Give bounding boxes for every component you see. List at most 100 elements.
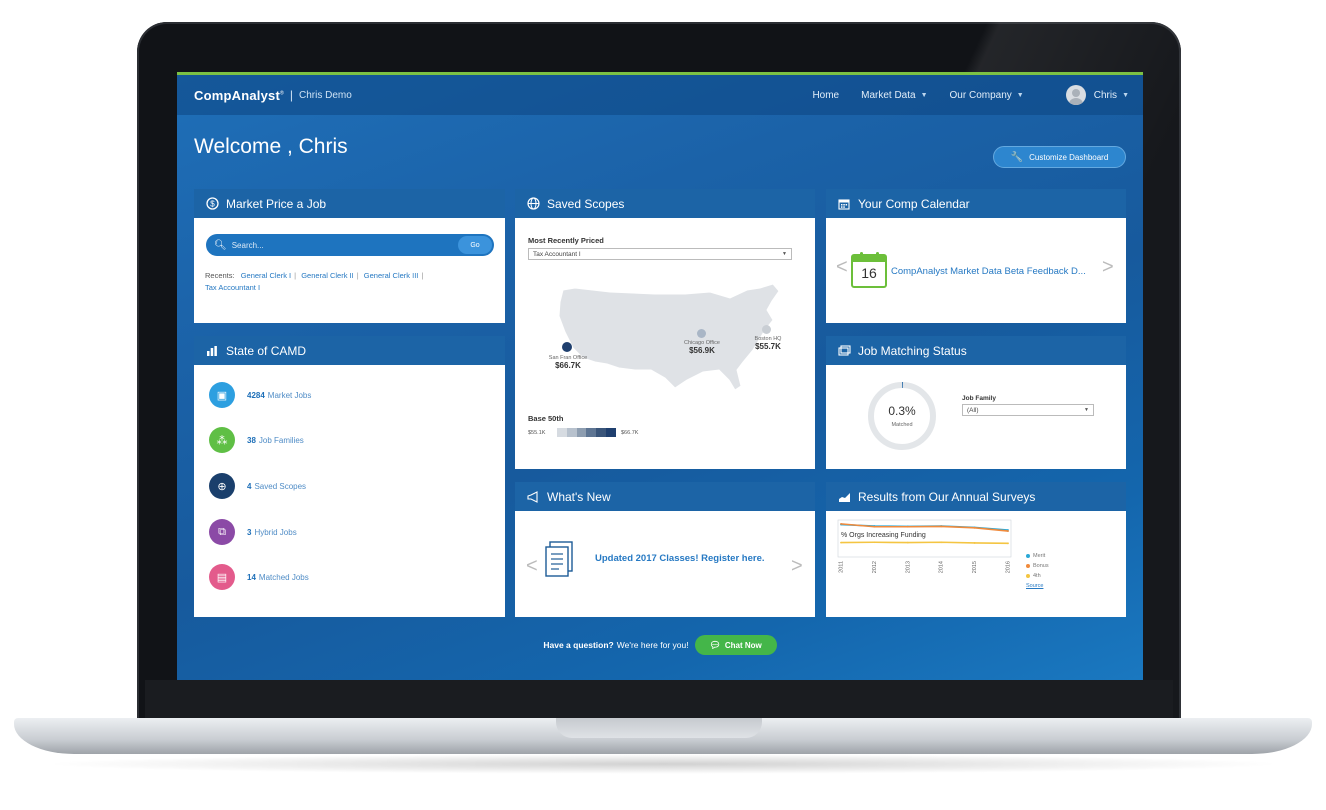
matching-icon [837, 344, 851, 358]
match-progress-ring: 0.3% Matched [866, 380, 938, 452]
laptop-bezel [145, 680, 1173, 720]
stat-hybrid-jobs[interactable]: ⧉ 3 Hybrid Jobs [209, 519, 297, 545]
calendar-icon [837, 197, 851, 211]
nav-our-company[interactable]: Our Company ▼ [950, 90, 1024, 101]
map-label-boston: Boston HQ $55.7K [754, 336, 782, 351]
map-point-chicago[interactable] [697, 329, 706, 338]
card-header: What's New [515, 482, 815, 511]
globe-icon [526, 197, 540, 211]
job-family-label: Job Family [962, 395, 996, 402]
data-point-bonus [873, 525, 876, 528]
card-header: $ Market Price a Job [194, 189, 505, 218]
dollar-icon: $ [205, 197, 219, 211]
legend-merit: Merit [1026, 553, 1045, 559]
stat-job-families[interactable]: ⁂ 38 Job Families [209, 427, 304, 453]
recent-link[interactable]: General Clerk III [364, 271, 419, 280]
match-sub-label: Matched [891, 422, 913, 428]
job-search-input[interactable] [231, 240, 458, 250]
next-arrow[interactable]: > [1102, 256, 1114, 279]
user-menu[interactable]: Chris ▼ [1065, 85, 1129, 105]
card-header: State of CAMD [194, 336, 505, 365]
data-point-4th [973, 542, 976, 544]
avatar [1065, 85, 1086, 105]
wrench-icon: 🔧 [1010, 151, 1024, 163]
x-tick-label: 2015 [972, 561, 978, 573]
map-point-san-fran[interactable] [562, 342, 572, 352]
document-icon [545, 541, 573, 577]
calendar-event-link[interactable]: CompAnalyst Market Data Beta Feedback D.… [891, 266, 1086, 277]
job-matching-card: Job Matching Status 0.3% Matched Job Fam… [826, 336, 1126, 469]
legend-min: $55.1K [528, 430, 546, 436]
source-link[interactable]: Source [1026, 583, 1043, 589]
chevron-down-icon: ▼ [920, 91, 928, 99]
saved-scopes-card: Saved Scopes Most Recently Priced Tax Ac… [515, 189, 815, 469]
nav-home[interactable]: Home [812, 90, 839, 101]
hybrid-icon: ⧉ [209, 519, 235, 545]
annual-surveys-card: Results from Our Annual Surveys % Orgs I… [826, 482, 1126, 617]
stat-market-jobs[interactable]: ▣ 4284 Market Jobs [209, 382, 311, 408]
account-name: Chris Demo [299, 89, 352, 101]
data-point-4th [873, 541, 876, 544]
customize-dashboard-button[interactable]: 🔧 Customize Dashboard [993, 146, 1126, 168]
matched-icon: ▤ [209, 564, 235, 590]
briefcase-icon: ▣ [209, 382, 235, 408]
chevron-down-icon: ▼ [1016, 91, 1024, 99]
brand-logo[interactable]: CompAnalyst® [194, 88, 284, 103]
card-header: Job Matching Status [826, 336, 1126, 365]
job-search-bar: 🔍︎ Go [206, 234, 494, 256]
stat-matched-jobs[interactable]: ▤ 14 Matched Jobs [209, 564, 309, 590]
data-point-4th [840, 541, 842, 544]
card-header: Results from Our Annual Surveys [826, 482, 1126, 511]
next-arrow[interactable]: > [791, 555, 803, 578]
help-support: We're here for you! [616, 640, 689, 650]
recent-link[interactable]: General Clerk I [241, 271, 291, 280]
legend-bonus: Bonus [1026, 563, 1049, 569]
stat-saved-scopes[interactable]: ⊕ 4 Saved Scopes [209, 473, 306, 499]
state-camd-card: State of CAMD ▣ 4284 Market Jobs ⁂ 38 Jo… [194, 336, 505, 617]
prev-arrow[interactable]: < [526, 555, 538, 578]
map-label-san-fran: San Fran Office $66.7K [548, 355, 588, 370]
search-icon: 🔍︎ [214, 239, 227, 251]
comp-calendar-card: Your Comp Calendar < 16 CompAnalyst Mark… [826, 189, 1126, 323]
area-chart-icon [837, 490, 851, 504]
card-header: Saved Scopes [515, 189, 815, 218]
data-point-bonus [906, 525, 909, 528]
go-button[interactable]: Go [458, 236, 492, 254]
data-point-bonus [940, 525, 943, 528]
whats-new-card: What's New < Updated 2017 Classes! Regis… [515, 482, 815, 617]
x-tick-label: 2014 [939, 561, 945, 573]
brand-separator: | [289, 88, 294, 102]
prev-arrow[interactable]: < [836, 256, 848, 279]
chat-now-button[interactable]: 💬︎ Chat Now [694, 635, 777, 655]
main-nav: Home Market Data ▼ Our Company ▼ Chris ▼ [812, 75, 1143, 115]
calendar-day-icon: 16 [851, 252, 887, 288]
globe-icon: ⊕ [209, 473, 235, 499]
help-footer: Have a question? We're here for you! 💬︎ … [177, 635, 1143, 655]
map-point-boston[interactable] [762, 325, 771, 334]
help-question: Have a question? [543, 640, 614, 650]
chevron-down-icon: ▼ [1084, 407, 1089, 413]
legend-max: $66.7K [621, 430, 639, 436]
chat-icon: 💬︎ [709, 639, 721, 650]
data-point-4th [940, 541, 943, 544]
data-point-4th [906, 541, 909, 544]
market-price-card: $ Market Price a Job 🔍︎ Go Recents: Gene… [194, 189, 505, 323]
app-screen: CompAnalyst® | Chris Demo Home Market Da… [177, 72, 1143, 680]
x-tick-label: 2011 [838, 561, 844, 573]
laptop-notch [556, 718, 762, 738]
recent-link[interactable]: General Clerk II [301, 271, 354, 280]
org-chart-icon: ⁂ [209, 427, 235, 453]
recents-list: Recents: General Clerk I | General Clerk … [205, 271, 424, 292]
data-point-bonus [973, 526, 976, 529]
series-line-4th [840, 541, 1009, 545]
job-family-select[interactable]: (All) ▼ [962, 404, 1094, 416]
x-tick-label: 2012 [872, 561, 878, 573]
data-point-bonus [1007, 530, 1009, 532]
nav-market-data[interactable]: Market Data ▼ [861, 90, 927, 101]
recent-link[interactable]: Tax Accountant I [205, 283, 260, 292]
data-point-bonus [840, 522, 842, 525]
us-map [558, 283, 780, 391]
news-headline-link[interactable]: Updated 2017 Classes! Register here. [595, 553, 765, 564]
chevron-down-icon: ▼ [1122, 91, 1129, 99]
x-tick-label: 2016 [1005, 561, 1011, 573]
